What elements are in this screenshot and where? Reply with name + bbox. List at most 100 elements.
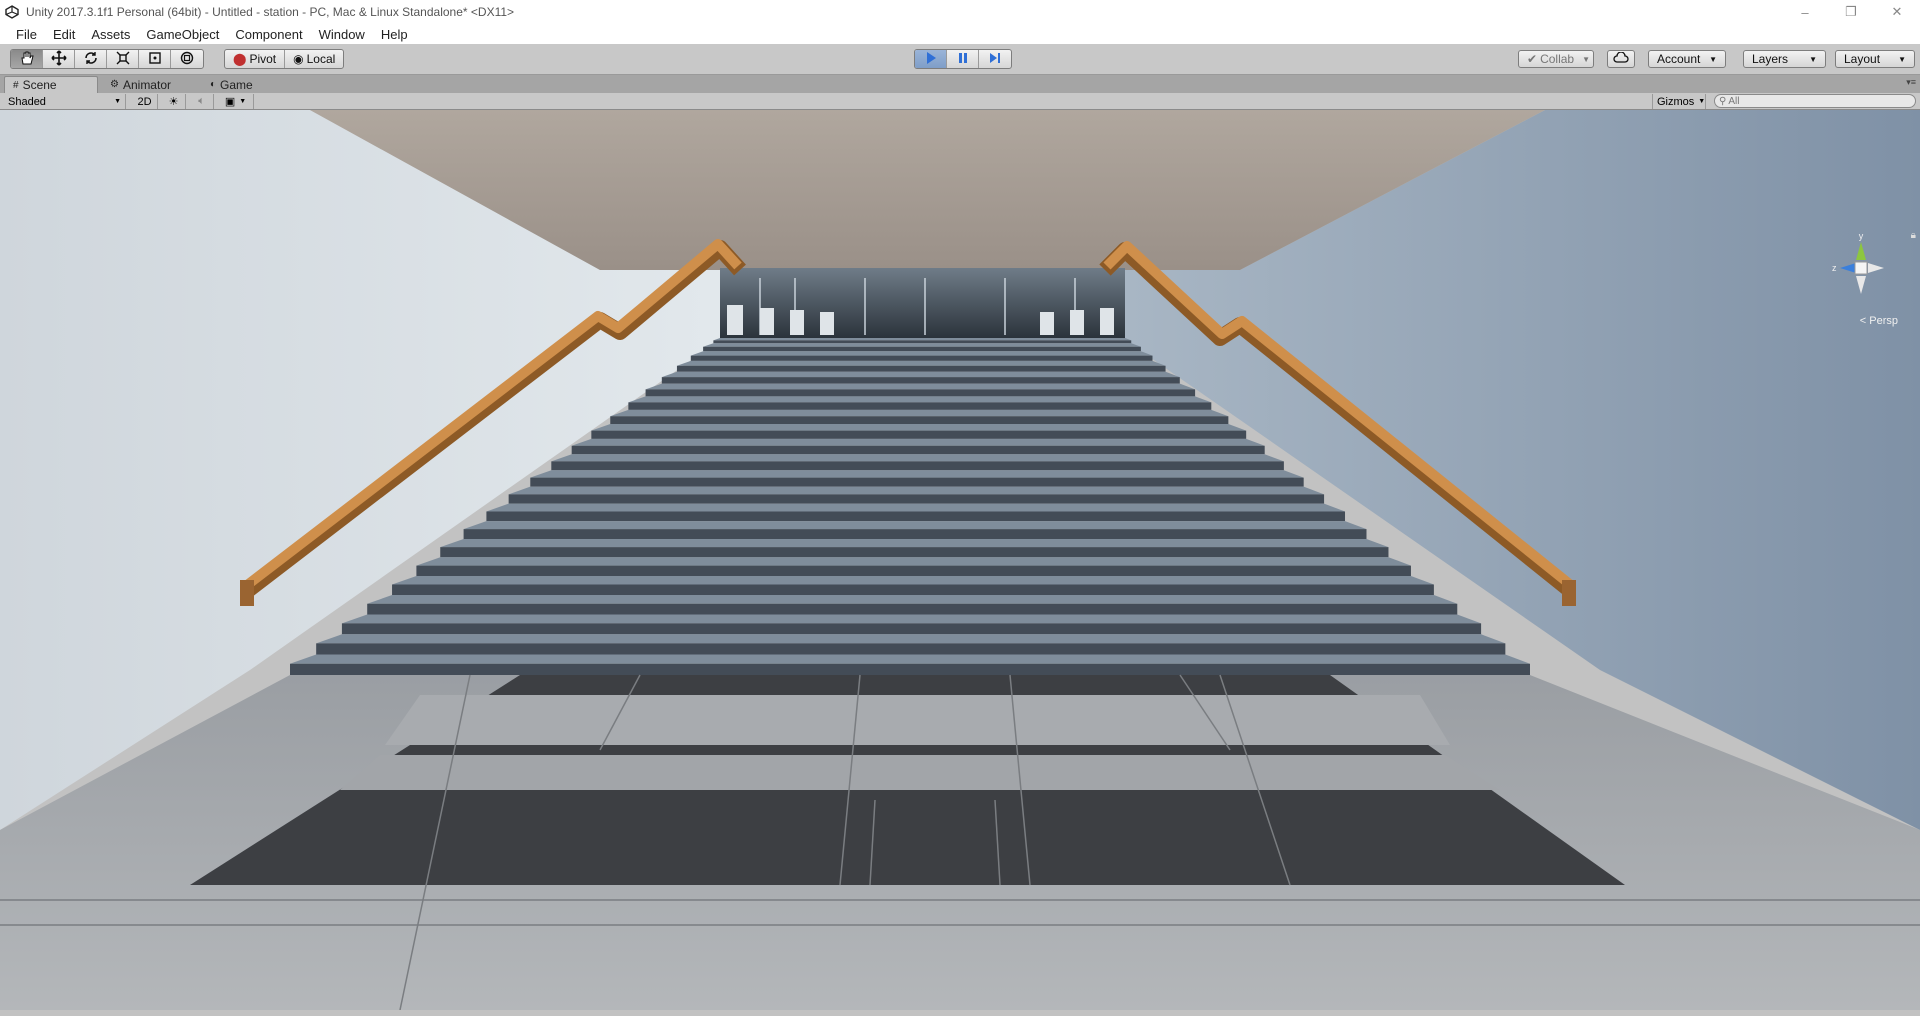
stair-tread: [290, 654, 1530, 664]
menu-gameobject[interactable]: GameObject: [138, 27, 227, 42]
floor-center-slab: [340, 755, 1500, 790]
main-toolbar: ⬤ Pivot ◉ Local ✔ Collab ▼ Account ▼ Lay…: [0, 44, 1920, 75]
stair-tread: [591, 424, 1247, 431]
gizmos-label: Gizmos: [1657, 95, 1695, 108]
transform-tools: [10, 49, 204, 69]
game-icon: ◐: [210, 79, 217, 90]
tab-game-label: Game: [220, 77, 253, 92]
scene-orientation-gizmo[interactable]: y z: [1826, 230, 1896, 310]
stair-riser: [661, 377, 1180, 384]
hand-tool-button[interactable]: [11, 50, 43, 68]
scene-search-input[interactable]: ⚲ All: [1714, 94, 1916, 108]
stair-riser: [463, 529, 1367, 539]
2d-label: 2D: [137, 95, 152, 108]
restore-button[interactable]: ❐: [1828, 0, 1874, 24]
chevron-down-icon: ▼: [1898, 54, 1906, 64]
account-dropdown[interactable]: Account ▼: [1648, 50, 1726, 68]
tab-animator-label: Animator: [122, 77, 171, 92]
menu-component[interactable]: Component: [227, 27, 310, 42]
scale-tool-button[interactable]: [107, 50, 139, 68]
draw-mode-dropdown[interactable]: Shaded ▼: [4, 94, 126, 109]
move-icon: [50, 50, 67, 68]
play-controls: [914, 49, 1012, 69]
transform-tool-button[interactable]: [171, 50, 203, 68]
layout-label: Layout: [1844, 52, 1881, 66]
play-button[interactable]: [915, 50, 947, 68]
menu-assets[interactable]: Assets: [83, 27, 138, 42]
speaker-icon: 🔈︎: [198, 95, 205, 107]
menu-help[interactable]: Help: [373, 27, 416, 42]
stair-riser: [316, 643, 1506, 655]
stair-tread: [610, 409, 1229, 417]
stair-riser: [628, 402, 1212, 410]
menu-window[interactable]: Window: [311, 27, 373, 42]
stair-tread: [392, 575, 1434, 585]
pause-icon: [956, 51, 970, 68]
stair-tread: [713, 338, 1132, 341]
stair-tread: [645, 383, 1196, 390]
gizmo-y-label: y: [1859, 231, 1864, 241]
stair-riser: [676, 365, 1166, 372]
animator-icon: ⚙: [110, 79, 119, 90]
search-icon: ⚲: [1719, 95, 1727, 107]
tab-game[interactable]: ◐ Game: [202, 76, 261, 93]
pivot-local-group: ⬤ Pivot ◉ Local: [224, 49, 345, 69]
pivot-button[interactable]: ⬤ Pivot: [225, 50, 286, 68]
layout-dropdown[interactable]: Layout ▼: [1835, 50, 1915, 68]
layers-label: Layers: [1752, 52, 1789, 66]
stair-riser: [690, 355, 1153, 361]
projection-label[interactable]: < Persp: [1860, 315, 1898, 327]
panel-menu-icon[interactable]: ▾≡: [1906, 77, 1916, 88]
step-button[interactable]: [979, 50, 1011, 68]
collab-label: Collab: [1540, 52, 1575, 66]
stair-tread: [661, 371, 1180, 378]
check-icon: ✔: [1527, 52, 1538, 66]
menu-edit[interactable]: Edit: [45, 27, 83, 42]
rotate-tool-button[interactable]: [75, 50, 107, 68]
2d-toggle[interactable]: 2D: [132, 94, 158, 109]
audio-toggle[interactable]: 🔈︎: [190, 94, 214, 109]
scene-toolbar: Shaded ▼ 2D ☀ 🔈︎ ▣ ▼ Gizmos ▼ ⚲ All: [0, 93, 1920, 110]
gizmos-dropdown[interactable]: Gizmos ▼: [1652, 94, 1706, 109]
stair-riser: [367, 603, 1458, 615]
effects-dropdown[interactable]: ▣ ▼: [218, 94, 254, 109]
lock-icon[interactable]: 🔒︎: [1911, 230, 1916, 241]
grid-icon: #: [13, 79, 19, 91]
tab-scene[interactable]: # Scene: [4, 76, 98, 93]
rect-tool-icon: [147, 50, 163, 68]
draw-mode-label: Shaded: [8, 95, 46, 108]
rect-tool-button[interactable]: [139, 50, 171, 68]
chevron-down-icon: ▼: [1709, 54, 1717, 64]
menu-bar: File Edit Assets GameObject Component Wi…: [0, 24, 1920, 44]
pause-button[interactable]: [947, 50, 979, 68]
projection-text: Persp: [1869, 315, 1898, 327]
persp-icon: <: [1859, 315, 1870, 327]
close-button[interactable]: ✕: [1874, 0, 1920, 24]
stair-tread: [440, 538, 1389, 548]
view-tab-bar: # Scene ⚙ Animator ◐ Game ▾≡: [0, 75, 1920, 93]
stair-tread: [676, 360, 1166, 366]
rotate-icon: [83, 50, 99, 68]
tab-animator[interactable]: ⚙ Animator: [102, 76, 179, 93]
minimize-button[interactable]: –: [1782, 0, 1828, 24]
collab-dropdown[interactable]: ✔ Collab ▼: [1518, 50, 1594, 68]
move-tool-button[interactable]: [43, 50, 75, 68]
layers-dropdown[interactable]: Layers ▼: [1743, 50, 1826, 68]
chevron-down-icon: ▼: [239, 98, 247, 105]
local-button[interactable]: ◉ Local: [285, 50, 343, 68]
scene-viewport[interactable]: 🔒︎ y z < Persp: [0, 110, 1920, 1010]
stair-tread: [486, 503, 1346, 512]
menu-file[interactable]: File: [8, 27, 45, 42]
lighting-toggle[interactable]: ☀: [162, 94, 186, 109]
chevron-down-icon: ▼: [1582, 54, 1591, 64]
tab-scene-label: Scene: [22, 78, 57, 92]
stair-riser: [440, 547, 1389, 558]
stair-tread: [508, 486, 1325, 495]
cloud-button[interactable]: [1607, 50, 1635, 68]
stair-riser: [341, 623, 1482, 635]
stair-tread: [416, 557, 1411, 566]
gizmo-z-label: z: [1832, 263, 1837, 273]
stair-tread: [367, 595, 1458, 604]
stair-riser: [703, 346, 1141, 352]
scene-render: [0, 110, 1920, 1010]
